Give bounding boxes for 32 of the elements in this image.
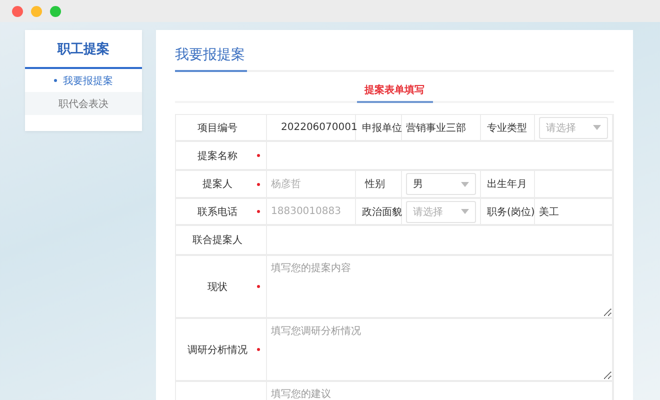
maximize-icon[interactable]: [50, 6, 61, 16]
field-label: 提案名称: [196, 150, 238, 162]
field-label: 政治面貌: [362, 206, 402, 218]
minimize-icon[interactable]: [31, 6, 42, 16]
field-label: 项目编号: [196, 122, 238, 134]
field-label: 专业类型: [487, 122, 527, 134]
field-value: 营销事业三部: [406, 122, 466, 134]
page-title: 我要报提案: [175, 40, 247, 72]
field-label: 职务(岗位): [487, 206, 535, 218]
sidebar-item[interactable]: 职代会表决: [25, 92, 142, 115]
caret-icon: [461, 182, 469, 186]
field-label: 出生年月: [487, 178, 527, 191]
select-field[interactable]: 男: [406, 173, 476, 195]
field-value: 杨彦哲: [271, 178, 301, 191]
field-label: 联系电话: [196, 206, 238, 218]
select-field[interactable]: 请选择: [406, 200, 476, 222]
form-tab[interactable]: 提案表单填写: [356, 82, 432, 103]
field-value: 202206070001: [281, 122, 358, 133]
field-label: 性别: [364, 178, 386, 191]
field-label: 现状: [206, 280, 228, 294]
field-value: 美工: [539, 206, 559, 218]
bullet-icon: [54, 79, 57, 82]
field-value: 18830010883: [271, 206, 341, 217]
caret-icon: [461, 209, 469, 214]
caret-icon: [593, 125, 601, 130]
field-label: 联合提案人: [192, 234, 244, 247]
close-icon[interactable]: [12, 6, 23, 16]
field-label: 调研分析情况: [186, 344, 248, 356]
field-label: 提案人: [202, 178, 234, 191]
select-field[interactable]: 请选择: [539, 116, 608, 138]
field-label: 申报单位: [362, 122, 402, 134]
sidebar-item[interactable]: 我要报提案: [25, 69, 142, 92]
